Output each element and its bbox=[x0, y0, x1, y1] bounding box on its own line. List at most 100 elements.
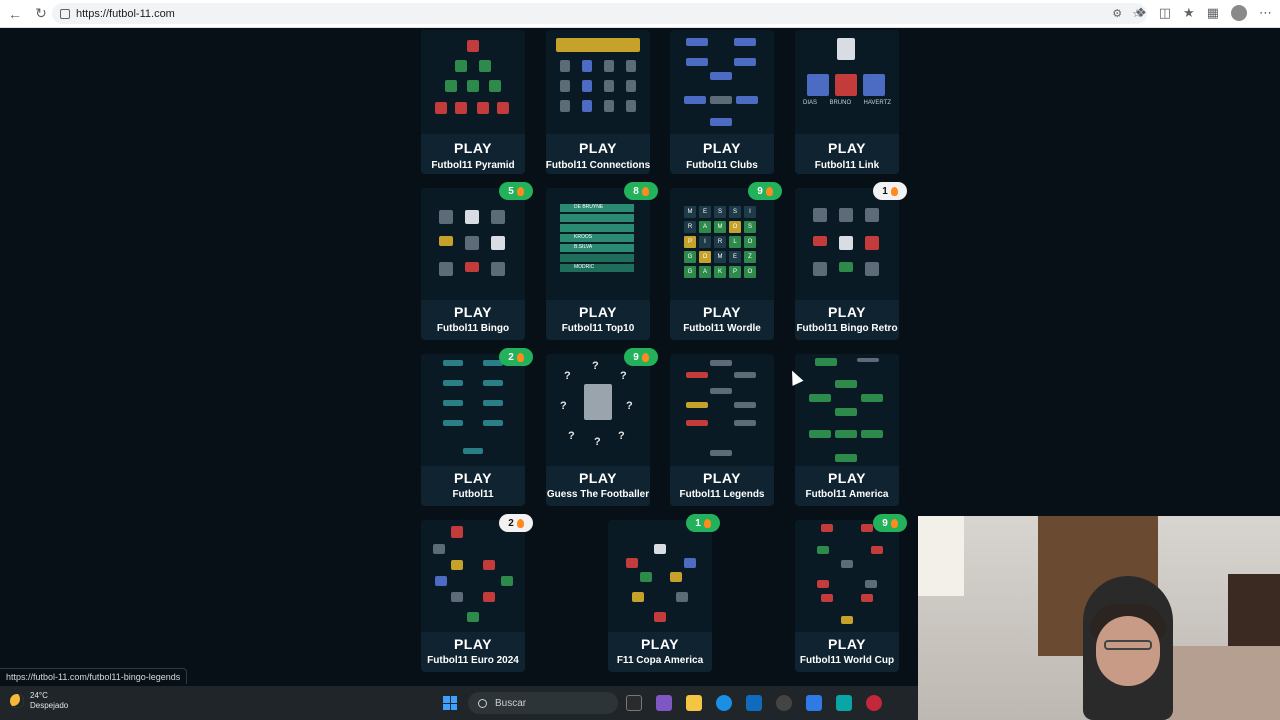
game-thumbnail bbox=[421, 354, 525, 466]
play-label[interactable]: PLAY bbox=[795, 140, 899, 156]
wordle-tile: P bbox=[729, 266, 741, 278]
streak-badge: 1 bbox=[873, 182, 907, 200]
badge-count: 9 bbox=[882, 517, 888, 529]
game-title: Futbol11 World Cup bbox=[799, 655, 895, 666]
temperature: 24°C bbox=[30, 691, 48, 700]
game-title: Futbol11 Euro 2024 bbox=[427, 655, 519, 666]
wordle-tile: S bbox=[729, 206, 741, 218]
profile-avatar[interactable] bbox=[1231, 5, 1247, 21]
game-card-top10[interactable]: DE BRUYNE KROOS B.SILVA MODRIC 8 PLAY Fu… bbox=[546, 182, 658, 340]
game-title: Futbol11 Bingo bbox=[436, 323, 510, 334]
game-title: Futbol11 Top10 bbox=[561, 323, 635, 334]
game-title: Guess The Footballer bbox=[546, 489, 650, 500]
game-title: Futbol11 America bbox=[805, 489, 889, 500]
wordle-tile: L bbox=[729, 236, 741, 248]
edge-browser-icon[interactable] bbox=[716, 695, 732, 711]
game-card-bingo[interactable]: 5 PLAY Futbol11 Bingo bbox=[421, 182, 533, 340]
moon-icon bbox=[10, 694, 24, 708]
game-card-guess[interactable]: ? ? ? ? ? ? ? ? 9 PLAY Guess The Footbal… bbox=[546, 348, 658, 506]
file-explorer-icon[interactable] bbox=[686, 695, 702, 711]
game-card-futbol11[interactable]: 2 PLAY Futbol11 bbox=[421, 348, 533, 506]
play-label[interactable]: PLAY bbox=[670, 470, 774, 486]
app-icon[interactable] bbox=[836, 695, 852, 711]
flame-icon bbox=[516, 352, 524, 362]
game-thumbnail bbox=[608, 520, 712, 632]
play-label[interactable]: PLAY bbox=[608, 636, 712, 652]
game-thumbnail: ? ? ? ? ? ? ? ? bbox=[546, 354, 650, 466]
menu-dots-icon[interactable]: ⋯ bbox=[1259, 5, 1272, 21]
link-label-1: DIAS bbox=[803, 100, 818, 106]
play-label[interactable]: PLAY bbox=[546, 140, 650, 156]
play-label[interactable]: PLAY bbox=[795, 470, 899, 486]
game-card-worldcup[interactable]: 9 PLAY Futbol11 World Cup bbox=[795, 514, 907, 672]
reload-icon[interactable]: ↻ bbox=[30, 3, 52, 25]
game-card-legends[interactable]: PLAY Futbol11 Legends bbox=[670, 354, 774, 506]
extensions-icon[interactable]: ❖ bbox=[1135, 5, 1147, 21]
wordle-tile: E bbox=[699, 206, 711, 218]
game-title: Futbol11 Link bbox=[814, 160, 880, 171]
back-icon[interactable]: ← bbox=[4, 3, 26, 25]
weather-widget[interactable]: 24°C Despejado bbox=[10, 691, 68, 711]
flame-icon bbox=[516, 186, 524, 196]
game-title: Futbol11 Pyramid bbox=[431, 160, 515, 171]
streak-badge: 9 bbox=[748, 182, 782, 200]
app-icon[interactable] bbox=[656, 695, 672, 711]
wordle-tile: M bbox=[714, 251, 726, 263]
obs-icon[interactable] bbox=[866, 695, 882, 711]
flame-icon bbox=[703, 518, 711, 528]
streak-badge: 9 bbox=[873, 514, 907, 532]
play-label[interactable]: PLAY bbox=[421, 636, 525, 652]
game-title: Futbol11 Wordle bbox=[683, 323, 761, 334]
play-label[interactable]: PLAY bbox=[795, 304, 899, 320]
game-card-copa[interactable]: 1 PLAY F11 Copa America bbox=[608, 514, 720, 672]
translate-icon[interactable]: ⚙ bbox=[1112, 7, 1122, 20]
wordle-tile: K bbox=[714, 266, 726, 278]
flame-icon bbox=[765, 186, 773, 196]
favorites-icon[interactable]: ★ bbox=[1183, 5, 1195, 21]
game-title: F11 Copa America bbox=[616, 655, 704, 666]
store-icon[interactable] bbox=[746, 695, 762, 711]
webcam-overlay bbox=[918, 516, 1280, 720]
game-thumbnail bbox=[795, 520, 899, 632]
flame-icon bbox=[516, 518, 524, 528]
game-card-clubs[interactable]: PLAY Futbol11 Clubs bbox=[670, 30, 774, 174]
split-view-icon[interactable]: ◫ bbox=[1159, 5, 1171, 21]
game-title: Futbol11 bbox=[452, 489, 494, 500]
wordle-tile: E bbox=[729, 251, 741, 263]
wordle-tile: A bbox=[699, 221, 711, 233]
play-label[interactable]: PLAY bbox=[795, 636, 899, 652]
address-bar[interactable]: https://futbol-11.com bbox=[52, 3, 1147, 24]
game-card-euro[interactable]: 2 PLAY Futbol11 Euro 2024 bbox=[421, 514, 533, 672]
wordle-tile: M bbox=[684, 206, 696, 218]
streak-badge: 9 bbox=[624, 348, 658, 366]
play-label[interactable]: PLAY bbox=[546, 304, 650, 320]
wordle-tile: R bbox=[714, 236, 726, 248]
search-icon bbox=[478, 698, 487, 708]
game-card-america[interactable]: PLAY Futbol11 America bbox=[795, 354, 899, 506]
play-label[interactable]: PLAY bbox=[670, 140, 774, 156]
site-info-icon[interactable] bbox=[60, 8, 70, 19]
wordle-tile: S bbox=[744, 221, 756, 233]
play-label[interactable]: PLAY bbox=[546, 470, 650, 486]
game-card-link[interactable]: DIAS BRUNO HAVERTZ PLAY Futbol11 Link bbox=[795, 30, 899, 174]
taskbar-search[interactable]: Buscar bbox=[468, 692, 618, 714]
game-card-connections[interactable]: PLAY Futbol11 Connections bbox=[546, 30, 650, 174]
flame-icon bbox=[641, 352, 649, 362]
play-label[interactable]: PLAY bbox=[421, 470, 525, 486]
app-icon[interactable] bbox=[776, 695, 792, 711]
game-card-bingo-retro[interactable]: 1 PLAY Futbol11 Bingo Retro bbox=[795, 182, 907, 340]
status-bar-url: https://futbol-11.com/futbol11-bingo-leg… bbox=[0, 668, 188, 684]
wordle-tile: G bbox=[684, 251, 696, 263]
game-card-pyramid[interactable]: PLAY Futbol11 Pyramid bbox=[421, 30, 525, 174]
play-label[interactable]: PLAY bbox=[670, 304, 774, 320]
wordle-tile: R bbox=[684, 221, 696, 233]
play-label[interactable]: PLAY bbox=[421, 304, 525, 320]
play-label[interactable]: PLAY bbox=[421, 140, 525, 156]
task-view-icon[interactable] bbox=[626, 695, 642, 711]
collections-icon[interactable]: ▦ bbox=[1207, 5, 1219, 21]
search-placeholder: Buscar bbox=[495, 697, 527, 709]
game-card-wordle[interactable]: MESSIRAMOSPIRLOGOMEZGAKPO 9 PLAY Futbol1… bbox=[670, 182, 782, 340]
shield-icon[interactable] bbox=[806, 695, 822, 711]
windows-start-icon[interactable] bbox=[443, 696, 457, 710]
streak-badge: 2 bbox=[499, 348, 533, 366]
